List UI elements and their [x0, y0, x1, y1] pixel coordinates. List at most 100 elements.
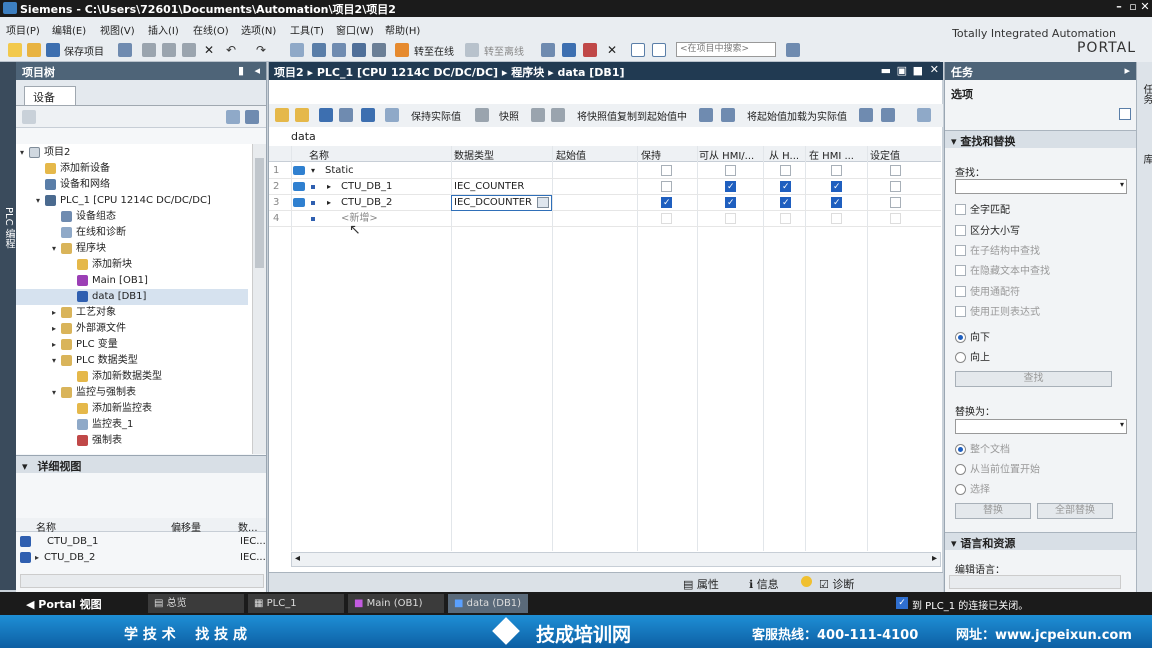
- hmi-access-checkbox[interactable]: [725, 213, 736, 224]
- col-header-start[interactable]: 起始值: [556, 147, 586, 162]
- tree-item-add-device[interactable]: 添加新设备: [36, 161, 110, 177]
- regex-checkbox[interactable]: 使用正则表达式: [955, 304, 1040, 319]
- paste-icon[interactable]: [182, 43, 196, 57]
- upload-icon[interactable]: [332, 43, 346, 57]
- col-header-hmi-access[interactable]: 可从 HMI/...: [699, 147, 754, 162]
- tree-item-watch-force[interactable]: ▾ 监控与强制表: [52, 385, 136, 401]
- editor-restore-icon[interactable]: ▣: [897, 64, 907, 77]
- cut-icon[interactable]: [142, 43, 156, 57]
- tree-item-tech-objects[interactable]: ▸ 工艺对象: [52, 305, 116, 321]
- col-header-keep[interactable]: 保持: [641, 147, 661, 162]
- scope-document-radio[interactable]: 整个文档: [955, 444, 1010, 457]
- language-resources-section[interactable]: ▾ 语言和资源: [945, 532, 1137, 550]
- keep-checkbox[interactable]: [661, 165, 672, 176]
- split-vertical-icon[interactable]: [652, 43, 666, 57]
- list-icon[interactable]: [361, 108, 375, 122]
- save-icon[interactable]: [46, 43, 60, 57]
- pane-collapse-icon[interactable]: ▸: [1124, 64, 1130, 77]
- expand-icon[interactable]: ▾: [20, 145, 29, 161]
- whole-word-checkbox[interactable]: 全字匹配: [955, 202, 1010, 217]
- hmi-access-checkbox[interactable]: [725, 195, 736, 211]
- crumb-program-blocks[interactable]: 程序块: [511, 66, 544, 79]
- new-project-icon[interactable]: [8, 43, 22, 57]
- hmi-access-checkbox[interactable]: [725, 179, 736, 195]
- expand-icon[interactable]: ▾: [52, 353, 61, 369]
- expand-icon[interactable]: ▸: [327, 195, 331, 211]
- from-h-checkbox[interactable]: [780, 213, 791, 224]
- snapshot-button[interactable]: 快照: [499, 108, 519, 123]
- table-row[interactable]: 2 ▸ CTU_DB_1 IEC_COUNTER: [269, 179, 941, 195]
- load-all-icon[interactable]: [881, 108, 895, 122]
- from-h-checkbox[interactable]: [780, 165, 791, 176]
- in-hmi-checkbox[interactable]: [831, 179, 842, 195]
- tree-scrollbar[interactable]: [252, 144, 266, 454]
- direction-down-radio[interactable]: 向下: [955, 332, 990, 345]
- expand-icon[interactable]: ▾: [52, 385, 61, 401]
- hmi-access-checkbox[interactable]: [725, 165, 736, 176]
- setpoint-checkbox[interactable]: [890, 197, 901, 208]
- setpoint-checkbox[interactable]: [890, 181, 901, 192]
- status-message[interactable]: 到 PLC_1 的连接已关闭。: [912, 597, 1028, 612]
- devices-tab[interactable]: 设备: [24, 86, 76, 105]
- table-row[interactable]: 3 ▸ CTU_DB_2 IEC_DCOUNTER: [269, 195, 941, 211]
- menu-edit[interactable]: 编辑(E): [52, 22, 86, 37]
- open-project-icon[interactable]: [27, 43, 41, 57]
- undo-icon[interactable]: ↶: [226, 43, 240, 57]
- scroll-left-icon[interactable]: ◂: [295, 553, 300, 564]
- table-row[interactable]: 4 <新增>: [269, 211, 941, 227]
- download-icon[interactable]: [312, 43, 326, 57]
- compile-icon[interactable]: [290, 43, 304, 57]
- add-row-icon[interactable]: [295, 108, 309, 122]
- split-horizontal-icon[interactable]: [631, 43, 645, 57]
- expand-icon[interactable]: ▾: [36, 193, 45, 209]
- plc1-task[interactable]: ▦ PLC_1: [248, 594, 344, 613]
- tree-overview-icon[interactable]: [226, 110, 240, 124]
- search-substructure-checkbox[interactable]: 在子结构中查找: [955, 243, 1040, 258]
- tree-item-watch-table1[interactable]: 监控表_1: [68, 417, 133, 433]
- info-tab[interactable]: ℹ 信息: [749, 576, 779, 592]
- keep-checkbox[interactable]: [661, 213, 672, 224]
- direction-up-radio[interactable]: 向上: [955, 352, 990, 365]
- crumb-plc[interactable]: PLC_1 [CPU 1214C DC/DC/DC]: [317, 66, 498, 79]
- keep-checkbox[interactable]: [661, 181, 672, 192]
- simulation-icon[interactable]: [352, 43, 366, 57]
- menu-help[interactable]: 帮助(H): [385, 22, 420, 37]
- menu-window[interactable]: 窗口(W): [336, 22, 374, 37]
- snapshot-copy-icon[interactable]: [531, 108, 545, 122]
- menu-tools[interactable]: 工具(T): [290, 22, 324, 37]
- in-hmi-checkbox[interactable]: [831, 213, 842, 224]
- col-name[interactable]: 名称: [36, 519, 56, 534]
- load-icon[interactable]: [859, 108, 873, 122]
- keep-actual-button[interactable]: 保持实际值: [411, 108, 461, 123]
- crumb-project[interactable]: 项目2: [274, 66, 304, 79]
- delete-icon[interactable]: ✕: [204, 43, 218, 57]
- from-h-checkbox[interactable]: [780, 195, 791, 211]
- expand-all-icon[interactable]: [319, 108, 333, 122]
- find-button[interactable]: 查找: [955, 371, 1112, 387]
- find-input[interactable]: ▾: [955, 179, 1127, 194]
- col-type[interactable]: 数...: [238, 519, 258, 534]
- editor-minimize-icon[interactable]: ▬: [881, 64, 891, 77]
- replace-input[interactable]: ▾: [955, 419, 1127, 434]
- copy-snapshot-icon[interactable]: [699, 108, 713, 122]
- tree-item-devices-networks[interactable]: 设备和网络: [36, 177, 110, 193]
- in-hmi-checkbox[interactable]: [831, 165, 842, 176]
- accessible-devices-icon[interactable]: [372, 43, 386, 57]
- properties-tab[interactable]: ▤ 属性: [683, 576, 719, 592]
- keep-icon[interactable]: [475, 108, 489, 122]
- go-online-icon[interactable]: [395, 43, 409, 57]
- crossref-icon[interactable]: [541, 43, 555, 57]
- tree-refresh-icon[interactable]: [245, 110, 259, 124]
- pane-collapse-icon[interactable]: ◂: [254, 64, 260, 77]
- apply-icon[interactable]: [721, 108, 735, 122]
- search-hidden-checkbox[interactable]: 在隐藏文本中查找: [955, 263, 1050, 278]
- scope-selection-radio[interactable]: 选择: [955, 484, 990, 497]
- overview-task[interactable]: ▤ 总览: [148, 594, 244, 613]
- go-online-button[interactable]: 转至在线: [414, 43, 454, 58]
- setpoint-checkbox[interactable]: [890, 213, 901, 224]
- split-editor-icon[interactable]: [562, 43, 576, 57]
- detail-view-header[interactable]: ▾ 详细视图: [16, 455, 266, 473]
- load-start-button[interactable]: 将起始值加载为实际值: [747, 108, 847, 123]
- editor-maximize-icon[interactable]: ■: [913, 64, 923, 77]
- setpoint-checkbox[interactable]: [890, 165, 901, 176]
